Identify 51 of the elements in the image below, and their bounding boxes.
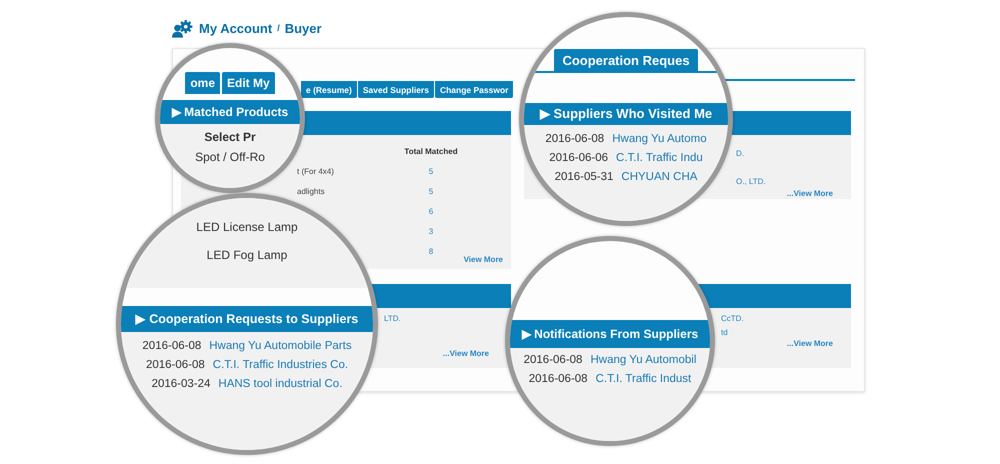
count-link[interactable]: 8 xyxy=(401,246,461,256)
sub-tab[interactable]: e (Resume) xyxy=(301,81,357,98)
supplier-link[interactable]: HANS tool industrial Co. xyxy=(218,378,342,390)
supplier-link[interactable]: D. xyxy=(736,148,744,158)
panel-header: ▶ Matched Products xyxy=(160,100,300,124)
tab[interactable]: Edit My xyxy=(222,72,275,94)
supplier-link[interactable]: Hwang Yu Automo xyxy=(612,132,707,144)
product-name: LED License Lamp xyxy=(195,220,299,234)
date-text: 2016-06-08 xyxy=(524,354,582,366)
gear-user-icon xyxy=(172,18,194,38)
product-name: Spot / Off-Ro xyxy=(194,150,266,164)
supplier-link[interactable]: C.T.I. Traffic Indu xyxy=(616,152,703,164)
count-link[interactable]: 5 xyxy=(401,166,461,176)
date-text: 2016-06-08 xyxy=(545,132,604,144)
column-header: Select Pr xyxy=(203,130,257,144)
tab[interactable]: ome xyxy=(185,72,220,94)
sub-tab[interactable]: Change Passwor xyxy=(434,81,514,98)
supplier-link[interactable]: td xyxy=(721,328,728,336)
view-more-link[interactable]: ...View More xyxy=(442,349,489,358)
count-link[interactable]: 5 xyxy=(401,186,461,196)
supplier-link[interactable]: CHYUAN CHA xyxy=(621,170,698,182)
date-text: 2016-06-08 xyxy=(142,340,202,352)
tab[interactable]: Cooperation Reques xyxy=(554,49,698,71)
title-separator: / xyxy=(277,23,280,33)
product-name: t (For 4x4) xyxy=(297,166,335,176)
supplier-link[interactable]: C.T.I. Traffic Indust xyxy=(596,372,692,384)
supplier-link[interactable]: C.T.I. Traffic Industries Co. xyxy=(212,358,348,370)
product-name: adlights xyxy=(297,186,326,196)
view-more-link[interactable]: ...View More xyxy=(786,189,833,198)
date-text: 2016-06-06 xyxy=(549,152,608,164)
page-subtitle: Buyer xyxy=(284,20,322,36)
column-header: Total Matched xyxy=(403,146,459,156)
date-text: 2016-03-24 xyxy=(152,378,210,390)
supplier-link[interactable]: Hwang Yu Automobil xyxy=(590,354,696,366)
sub-tab[interactable]: Saved Suppliers xyxy=(358,81,434,98)
supplier-link[interactable]: O., LTD. xyxy=(736,176,766,186)
panel-header: ▶ Suppliers Who Visited Me xyxy=(524,103,728,125)
count-link[interactable]: 3 xyxy=(401,226,461,236)
page-title: My Account xyxy=(199,20,272,36)
panel-header: ▶ Cooperation Requests to Suppliers xyxy=(121,306,373,332)
date-text: 2016-06-08 xyxy=(528,372,588,384)
supplier-link[interactable]: Hwang Yu Automobile Parts xyxy=(209,340,352,352)
view-more-link[interactable]: ...View More xyxy=(786,339,833,348)
product-name: LED Fog Lamp xyxy=(206,248,288,262)
view-more-link[interactable]: View More xyxy=(464,255,503,264)
panel-header: ▶ Notifications From Suppliers xyxy=(510,320,710,348)
count-link[interactable]: 6 xyxy=(401,206,461,216)
date-text: 2016-06-08 xyxy=(146,358,205,370)
date-text: 2016-05-31 xyxy=(554,170,614,182)
supplier-link[interactable]: CcTD. xyxy=(721,314,744,322)
supplier-link[interactable]: LTD. xyxy=(384,314,401,322)
